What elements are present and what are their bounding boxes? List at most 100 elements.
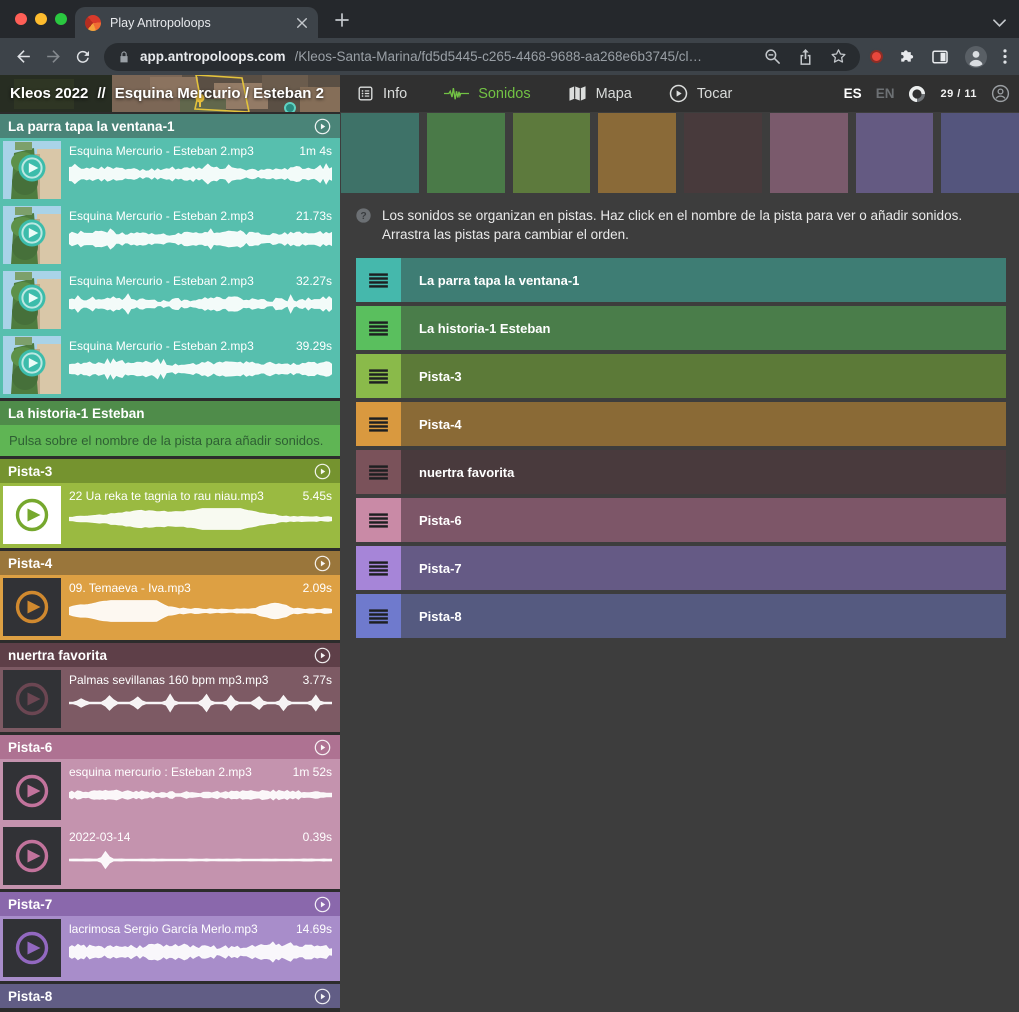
drag-handle[interactable]: [356, 594, 401, 638]
audio-clip: lacrimosa Sergio García Merlo.mp314.69s: [0, 916, 340, 981]
track-section-title: La parra tapa la ventana-1: [8, 119, 175, 134]
sidebar-section: Pista-8: [0, 984, 340, 1008]
track-play-icon[interactable]: [314, 896, 331, 913]
window-close-button[interactable]: [15, 13, 27, 25]
recording-indicator[interactable]: [870, 50, 883, 63]
clip-name: lacrimosa Sergio García Merlo.mp3: [69, 922, 258, 936]
track-play-icon[interactable]: [314, 739, 331, 756]
drag-handle[interactable]: [356, 498, 401, 542]
question-icon: ?: [355, 207, 372, 224]
nav-tocar[interactable]: Tocar: [669, 84, 732, 103]
tab-search-chevron-icon[interactable]: [993, 14, 1006, 32]
track-section-header[interactable]: Pista-8: [0, 984, 340, 1008]
track-row[interactable]: Pista-6: [356, 498, 1006, 542]
track-name-bar[interactable]: nuertra favorita: [401, 450, 1006, 494]
clip-play-thumbnail[interactable]: [3, 762, 61, 820]
forward-arrow-button[interactable]: [38, 42, 68, 72]
side-panel-icon[interactable]: [931, 48, 949, 66]
track-section-header[interactable]: La parra tapa la ventana-1: [0, 114, 340, 138]
track-play-icon[interactable]: [314, 555, 331, 572]
clip-play-thumbnail[interactable]: [3, 578, 61, 636]
clip-waveform[interactable]: [69, 692, 332, 714]
track-name-bar[interactable]: Pista-4: [401, 402, 1006, 446]
nav-info[interactable]: Info: [357, 85, 407, 102]
track-name-bar[interactable]: La parra tapa la ventana-1: [401, 258, 1006, 302]
track-section-header[interactable]: Pista-7: [0, 892, 340, 916]
drag-handle[interactable]: [356, 450, 401, 494]
clip-play-thumbnail[interactable]: [3, 336, 61, 394]
clip-play-thumbnail[interactable]: [3, 271, 61, 329]
drag-handle[interactable]: [356, 258, 401, 302]
clip-waveform[interactable]: [69, 941, 332, 963]
share-icon[interactable]: [798, 48, 813, 65]
track-name-bar[interactable]: Pista-3: [401, 354, 1006, 398]
clip-waveform[interactable]: [69, 358, 332, 380]
track-row[interactable]: La historia-1 Esteban: [356, 306, 1006, 350]
clip-play-thumbnail[interactable]: [3, 486, 61, 544]
nav-mapa[interactable]: Mapa: [568, 85, 632, 102]
back-arrow-button[interactable]: [8, 42, 38, 72]
drag-handle[interactable]: [356, 306, 401, 350]
track-play-icon[interactable]: [314, 988, 331, 1005]
audio-clip: 09. Temaeva - Iva.mp32.09s: [0, 575, 340, 640]
new-tab-button[interactable]: [331, 9, 353, 31]
address-bar[interactable]: app.antropoloops.com /Kleos-Santa-Marina…: [104, 43, 860, 71]
browser-tab[interactable]: Play Antropoloops: [75, 7, 318, 38]
clip-waveform[interactable]: [69, 849, 332, 871]
track-play-icon[interactable]: [314, 647, 331, 664]
track-play-icon[interactable]: [314, 118, 331, 135]
track-row[interactable]: Pista-3: [356, 354, 1006, 398]
drag-handle[interactable]: [356, 402, 401, 446]
track-row[interactable]: nuertra favorita: [356, 450, 1006, 494]
nav-label: Tocar: [697, 86, 732, 102]
clip-play-thumbnail[interactable]: [3, 670, 61, 728]
clip-play-thumbnail[interactable]: [3, 919, 61, 977]
drag-handle-icon: [369, 369, 388, 384]
clip-waveform[interactable]: [69, 228, 332, 250]
extensions-puzzle-icon[interactable]: [898, 48, 916, 66]
track-section-header[interactable]: Pista-3: [0, 459, 340, 483]
drag-handle[interactable]: [356, 546, 401, 590]
clip-play-thumbnail[interactable]: [3, 206, 61, 264]
profile-icon[interactable]: [964, 45, 988, 69]
overflow-menu-icon[interactable]: [1003, 49, 1007, 64]
bookmark-star-icon[interactable]: [830, 48, 847, 65]
track-name-bar[interactable]: Pista-7: [401, 546, 1006, 590]
track-name-bar[interactable]: Pista-6: [401, 498, 1006, 542]
clip-waveform[interactable]: [69, 293, 332, 315]
content-area: La parra tapa la ventana-1 Esquina Mercur…: [0, 112, 1019, 1012]
language-es[interactable]: ES: [844, 86, 862, 101]
clip-waveform[interactable]: [69, 600, 332, 622]
track-row[interactable]: Pista-7: [356, 546, 1006, 590]
track-name-bar[interactable]: Pista-8: [401, 594, 1006, 638]
clip-waveform[interactable]: [69, 163, 332, 185]
track-section-header[interactable]: Pista-4: [0, 551, 340, 575]
window-maximize-button[interactable]: [55, 13, 67, 25]
tab-close-icon[interactable]: [296, 17, 308, 29]
clip-waveform[interactable]: [69, 784, 332, 806]
clip-play-thumbnail[interactable]: [3, 141, 61, 199]
account-icon[interactable]: [991, 84, 1010, 103]
zoom-out-icon[interactable]: [764, 48, 781, 65]
window-minimize-button[interactable]: [35, 13, 47, 25]
lock-icon[interactable]: [117, 50, 131, 64]
track-color-swatch: [770, 113, 848, 193]
track-section-title: nuertra favorita: [8, 648, 107, 663]
nav-sonidos[interactable]: Sonidos: [444, 86, 530, 102]
language-en[interactable]: EN: [876, 86, 895, 101]
clip-waveform[interactable]: [69, 508, 332, 530]
track-section-header[interactable]: La historia-1 Esteban: [0, 401, 340, 425]
breadcrumb-project[interactable]: Kleos 2022: [10, 85, 88, 102]
clip-play-thumbnail[interactable]: [3, 827, 61, 885]
track-name-bar[interactable]: La historia-1 Esteban: [401, 306, 1006, 350]
drag-handle[interactable]: [356, 354, 401, 398]
reload-button[interactable]: [68, 42, 98, 72]
track-row[interactable]: Pista-4: [356, 402, 1006, 446]
track-row[interactable]: La parra tapa la ventana-1: [356, 258, 1006, 302]
track-section-header[interactable]: nuertra favorita: [0, 643, 340, 667]
app-nav: Info Sonidos Mapa Tocar: [357, 75, 732, 112]
track-play-icon[interactable]: [314, 463, 331, 480]
track-section-header[interactable]: Pista-6: [0, 735, 340, 759]
audio-clip: Esquina Mercurio - Esteban 2.mp339.29s: [0, 333, 340, 398]
track-row[interactable]: Pista-8: [356, 594, 1006, 638]
